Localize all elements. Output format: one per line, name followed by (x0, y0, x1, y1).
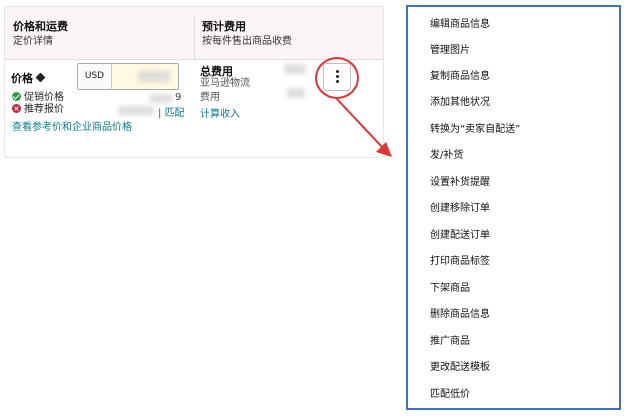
redacted-recommended-value (118, 106, 154, 115)
redacted-fee-2 (287, 88, 305, 98)
status-promo-text: 促销价格 (24, 92, 64, 103)
menu-item-copy-listing[interactable]: 复制商品信息 (430, 70, 490, 84)
currency-prefix: USD (78, 64, 112, 89)
promo-value-tail: 9 (175, 92, 182, 103)
tag-icon (35, 72, 46, 83)
menu-item-close-listing[interactable]: 下架商品 (430, 282, 470, 296)
redacted-promo-value (150, 94, 172, 103)
menu-item-removal-order[interactable]: 创建移除订单 (430, 202, 490, 216)
status-promo-price: 促销价格 (12, 92, 64, 104)
price-label: 价格 (11, 70, 46, 86)
menu-item-edit-listing[interactable]: 编辑商品信息 (430, 18, 490, 32)
status-recommended-offer: 推荐报价 (12, 104, 64, 116)
x-circle-icon (12, 104, 21, 113)
redacted-fee-1 (284, 64, 306, 74)
header-price-sub: 定价详情 (13, 36, 53, 47)
header-price-title: 价格和运费 (13, 20, 68, 33)
price-value-field[interactable] (112, 64, 178, 89)
match-separator: | (158, 108, 162, 119)
menu-item-print-labels[interactable]: 打印商品标签 (430, 255, 490, 269)
menu-item-restock-alert[interactable]: 设置补货提醒 (430, 176, 490, 190)
header-col-fees: 预计费用 按每件售出商品收费 (202, 20, 292, 49)
fba-fee-line2: 费用 (200, 92, 220, 103)
match-group: | 匹配 (158, 104, 185, 119)
calculate-revenue-link[interactable]: 计算收入 (200, 105, 240, 120)
menu-item-add-condition[interactable]: 添加其他状况 (430, 96, 490, 110)
actions-dropdown-menu: 编辑商品信息 管理图片 复制商品信息 添加其他状况 转换为“卖家自配送” 发/补… (406, 5, 621, 410)
menu-item-fulfillment-order[interactable]: 创建配送订单 (430, 229, 490, 243)
menu-item-shipping-template[interactable]: 更改配送模板 (430, 361, 490, 375)
header-fees-sub: 按每件售出商品收费 (202, 36, 292, 47)
menu-item-convert-mfn[interactable]: 转换为“卖家自配送” (430, 123, 520, 137)
redacted-price (138, 71, 170, 82)
price-input[interactable]: USD (77, 63, 179, 90)
menu-item-manage-images[interactable]: 管理图片 (430, 44, 470, 58)
status-recommended-text: 推荐报价 (24, 104, 64, 115)
header-col-price: 价格和运费 定价详情 (13, 20, 68, 49)
menu-item-delete-listing[interactable]: 删除商品信息 (430, 308, 490, 322)
menu-item-send-replenish[interactable]: 发/补货 (430, 149, 463, 163)
check-circle-icon (12, 92, 21, 101)
menu-item-advertise[interactable]: 推广商品 (430, 335, 470, 349)
reference-price-link[interactable]: 查看参考价和企业商品价格 (12, 118, 132, 133)
menu-item-match-low-price[interactable]: 匹配低价 (430, 388, 470, 402)
header-divider (194, 15, 195, 59)
fba-fee-line1: 亚马逊物流 (200, 78, 250, 89)
header-fees-title: 预计费用 (202, 20, 246, 33)
price-label-text: 价格 (11, 72, 33, 85)
match-link[interactable]: 匹配 (165, 108, 185, 119)
highlight-circle (315, 57, 359, 99)
table-header: 价格和运费 定价详情 预计费用 按每件售出商品收费 (5, 7, 383, 60)
